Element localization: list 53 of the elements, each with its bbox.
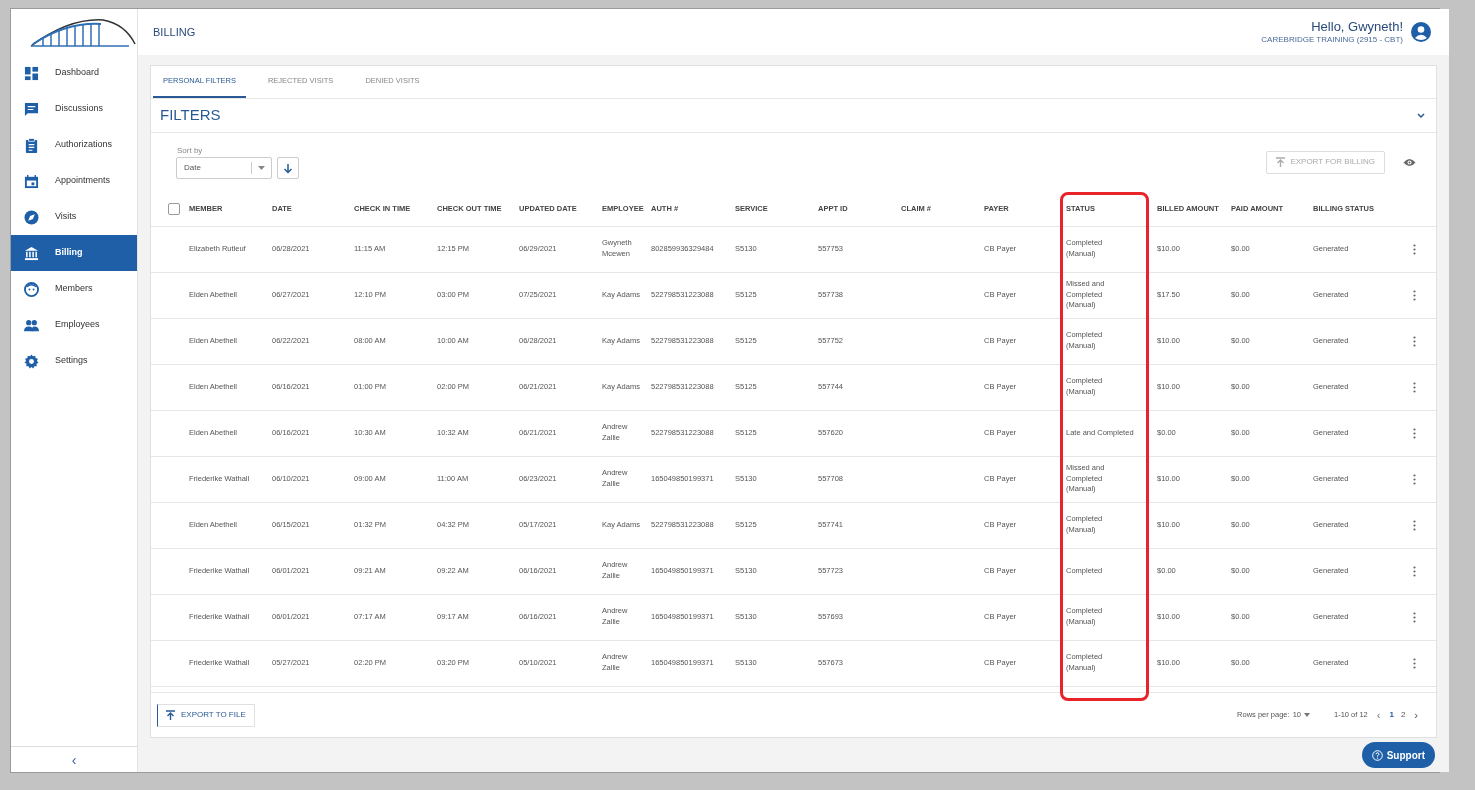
sidebar-item[interactable]: Members — [11, 271, 137, 307]
collapse-button[interactable]: ‹ — [63, 752, 85, 767]
sidebar-item[interactable]: Billing — [11, 235, 137, 271]
next-page-button[interactable]: › — [1414, 706, 1418, 724]
sidebar-item[interactable]: Employees — [11, 307, 137, 343]
people-icon — [24, 317, 39, 333]
more-options-icon[interactable] — [1413, 473, 1416, 485]
more-options-icon[interactable] — [1413, 335, 1416, 347]
sidebar-item[interactable]: Authorizations — [11, 127, 137, 163]
caret-icon — [1303, 713, 1310, 717]
more-options-icon[interactable] — [1413, 565, 1416, 577]
page-title: BILLING — [153, 24, 196, 40]
calendar-icon — [24, 173, 39, 189]
eye-icon[interactable] — [1403, 157, 1416, 167]
caret-icon — [258, 165, 265, 171]
bank-icon — [24, 245, 39, 261]
chat-icon — [24, 101, 39, 117]
page-button[interactable]: 2 — [1400, 709, 1406, 721]
sidebar-item[interactable]: Appointments — [11, 163, 137, 199]
more-options-icon[interactable] — [1413, 243, 1416, 255]
clipboard-icon — [24, 137, 39, 153]
page-button[interactable]: 1 — [1389, 709, 1394, 721]
help-icon — [1371, 749, 1383, 761]
sidebar-item[interactable]: Discussions — [11, 91, 137, 127]
dashboard-icon — [24, 65, 39, 81]
greeting: Hello, Gwyneth! — [1311, 18, 1403, 36]
filters-heading: FILTERS — [160, 105, 221, 126]
more-options-icon[interactable] — [1413, 611, 1416, 623]
user-avatar-icon[interactable] — [1411, 22, 1431, 42]
face-icon — [24, 281, 39, 297]
upload-icon — [1276, 157, 1286, 167]
checkbox[interactable] — [168, 203, 180, 215]
previous-page-button[interactable]: ‹ — [1376, 706, 1381, 724]
more-options-icon[interactable] — [1413, 427, 1416, 439]
sidebar-item[interactable]: Visits — [11, 199, 137, 235]
more-options-icon[interactable] — [1413, 381, 1416, 393]
sort-value: Date — [183, 162, 202, 174]
arrow-down-icon — [283, 162, 293, 174]
sort-label: Sort by — [176, 145, 204, 157]
sidebar-item[interactable]: Settings — [11, 343, 137, 379]
sort-direction-button[interactable] — [277, 157, 299, 179]
support-button[interactable]: Support — [1361, 742, 1435, 768]
more-options-icon[interactable] — [1413, 289, 1416, 301]
more-options-icon[interactable] — [1413, 657, 1416, 669]
organization-name: CAREBRIDGE TRAINING (2915 - CBT) — [1261, 35, 1403, 46]
chevron-icon[interactable] — [1416, 111, 1426, 120]
gear-icon — [24, 353, 39, 369]
sort-dropdown[interactable]: Date — [176, 157, 272, 179]
sidebar-item[interactable]: Dashboard — [11, 55, 137, 91]
export-to-file-button[interactable]: EXPORT TO FILE — [157, 703, 255, 727]
upload-icon — [166, 710, 175, 720]
more-options-icon[interactable] — [1413, 519, 1416, 531]
compass-icon — [24, 209, 39, 225]
